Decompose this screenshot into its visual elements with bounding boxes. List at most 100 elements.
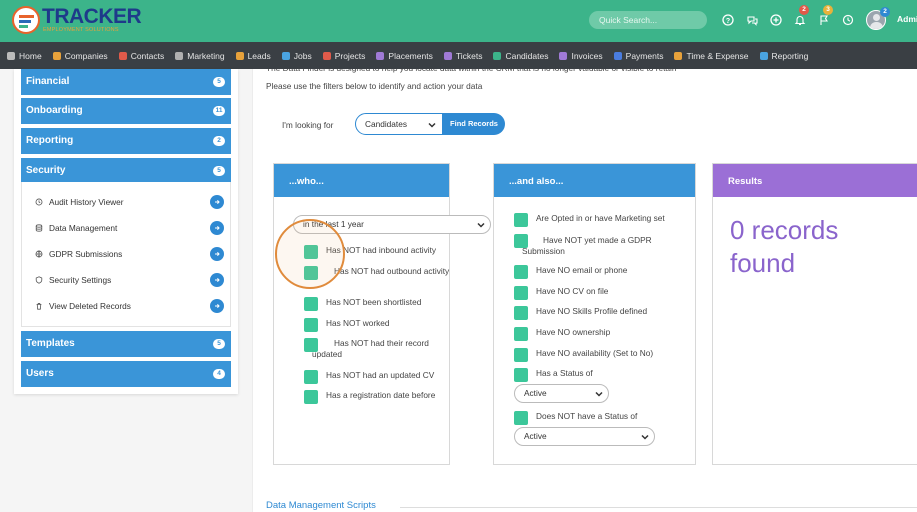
checkbox[interactable] [514, 286, 528, 300]
history-icon[interactable] [841, 13, 855, 27]
who-option-label: Has a registration date before [326, 390, 436, 400]
status-select[interactable]: Active [514, 384, 609, 403]
sidebar-group-financial[interactable]: Financial 5 [21, 69, 231, 95]
also-checkbox-row[interactable]: Have NO email or phone [514, 265, 689, 279]
chevron-down-icon [640, 431, 650, 443]
checkbox[interactable] [304, 297, 318, 311]
nav-item-companies[interactable]: Companies [52, 50, 108, 61]
sidebar-group-users[interactable]: Users 4 [21, 361, 231, 387]
not-status-value: Active [524, 431, 547, 441]
help-icon[interactable]: ? [721, 13, 735, 27]
globe-icon [34, 250, 43, 259]
also-checkbox-row[interactable]: Are Opted in or have Marketing set [514, 213, 689, 227]
who-checkbox-row[interactable]: Has a registration date before [304, 390, 454, 404]
also-checkbox-row[interactable]: Have NO CV on file [514, 286, 689, 300]
tracker-logo[interactable]: TRACKER EMPLOYMENT SOLUTIONS [12, 5, 142, 37]
sidebar-group-label: Onboarding [26, 105, 83, 116]
sidebar-item-data-management[interactable]: Data Management [34, 220, 224, 236]
nav-item-time-expense[interactable]: Time & Expense [674, 51, 749, 61]
sidebar-group-label: Users [26, 368, 54, 379]
nav-item-contacts[interactable]: Contacts [118, 50, 165, 61]
sidebar-group-count: 5 [213, 77, 225, 87]
arrow-right-icon[interactable] [210, 247, 224, 261]
sidebar-item-view-deleted-records[interactable]: View Deleted Records [34, 298, 224, 314]
nav-item-label: Companies [64, 50, 108, 61]
who-checkbox-row[interactable]: Has NOT had their record updated [304, 338, 454, 359]
looking-for-label: I'm looking for [282, 120, 334, 130]
who-checkbox-row[interactable]: Has NOT been shortlisted [304, 297, 454, 311]
nav-item-projects[interactable]: Projects [322, 51, 365, 61]
not-status-select[interactable]: Active [514, 427, 655, 446]
also-checkbox-row[interactable]: Has a Status of [514, 368, 689, 382]
also-checkbox-row[interactable]: Have NO Skills Profile defined [514, 306, 689, 320]
clipboard-icon [322, 51, 331, 60]
sidebar-group-templates[interactable]: Templates 5 [21, 331, 231, 357]
megaphone-icon [175, 51, 184, 60]
also-checkbox-row[interactable]: Does NOT have a Status of [514, 411, 689, 425]
checkbox[interactable] [514, 368, 528, 382]
checkbox[interactable] [514, 411, 528, 425]
sidebar-group-security[interactable]: Security 5 [21, 158, 231, 184]
arrow-right-icon[interactable] [210, 195, 224, 209]
flag-icon[interactable]: 3 [817, 5, 833, 27]
checkbox[interactable] [304, 370, 318, 384]
add-icon[interactable] [769, 13, 783, 27]
nav-item-reporting[interactable]: Reporting [759, 51, 808, 61]
logo-name: TRACKER [42, 5, 142, 28]
bell-icon[interactable]: 2 [793, 5, 809, 27]
who-checkbox-row[interactable]: Has NOT had an updated CV [304, 370, 454, 384]
nav-item-invoices[interactable]: Invoices [559, 50, 603, 61]
user-name[interactable]: Admi [897, 14, 917, 24]
also-checkbox-row[interactable]: Have NOT yet made a GDPR Submission [514, 234, 689, 256]
find-records-button[interactable]: Find Records [443, 113, 505, 135]
nav-item-leads[interactable]: Leads [235, 50, 271, 61]
checkbox[interactable] [514, 348, 528, 362]
building-icon [52, 51, 61, 60]
nav-item-payments[interactable]: Payments [613, 51, 663, 61]
chat-icon[interactable] [745, 13, 759, 27]
history-icon [34, 198, 43, 207]
nav-item-placements[interactable]: Placements [376, 51, 433, 61]
who-checkbox-row[interactable]: Has NOT worked [304, 318, 454, 332]
sidebar-item-label: GDPR Submissions [49, 249, 123, 259]
nav-item-label: Leads [247, 50, 271, 61]
checkbox[interactable] [304, 390, 318, 404]
nav-item-tickets[interactable]: Tickets [443, 51, 482, 61]
also-option-label: Does NOT have a Status of [536, 411, 638, 421]
nav-item-jobs[interactable]: Jobs [281, 51, 312, 61]
nav-item-marketing[interactable]: Marketing [175, 51, 225, 61]
svg-text:?: ? [726, 18, 730, 25]
arrow-right-icon[interactable] [210, 221, 224, 235]
nav-item-candidates[interactable]: Candidates [493, 51, 548, 61]
checkbox[interactable] [514, 213, 528, 227]
record-type-select[interactable]: Candidates [355, 113, 443, 135]
also-option-label: Have NO availability (Set to No) [536, 348, 654, 358]
sidebar-group-reporting[interactable]: Reporting 2 [21, 128, 231, 154]
checkbox[interactable] [514, 306, 528, 320]
arrow-right-icon[interactable] [210, 273, 224, 287]
clock-icon [674, 51, 683, 60]
nav-item-label: Invoices [571, 50, 603, 61]
sidebar-group-count: 11 [213, 106, 225, 116]
also-checkbox-row[interactable]: Have NO availability (Set to No) [514, 348, 689, 362]
record-type-value: Candidates [365, 119, 407, 129]
arrow-right-icon[interactable] [210, 299, 224, 313]
invoice-icon [559, 51, 568, 60]
also-checkbox-row[interactable]: Have NO ownership [514, 327, 689, 341]
checkbox[interactable] [514, 327, 528, 341]
nav-item-home[interactable]: Home [7, 51, 42, 61]
chevron-down-icon [476, 219, 486, 231]
nav-item-label: Contacts [130, 50, 165, 61]
sidebar-item-security-settings[interactable]: Security Settings [34, 272, 224, 288]
sidebar-item-audit-history-viewer[interactable]: Audit History Viewer [34, 194, 224, 210]
checkbox[interactable] [514, 265, 528, 279]
sidebar-group-onboarding[interactable]: Onboarding 11 [21, 98, 231, 124]
sidebar-item-label: Audit History Viewer [49, 197, 124, 207]
sidebar-item-label: Security Settings [49, 275, 112, 285]
checkbox[interactable] [304, 318, 318, 332]
quick-search-input[interactable] [589, 11, 707, 29]
results-panel: Results 0 records found [712, 163, 917, 465]
who-option-label: Has NOT been shortlisted [326, 297, 422, 307]
data-management-scripts-link[interactable]: Data Management Scripts [266, 500, 376, 511]
sidebar-item-gdpr-submissions[interactable]: GDPR Submissions [34, 246, 224, 262]
